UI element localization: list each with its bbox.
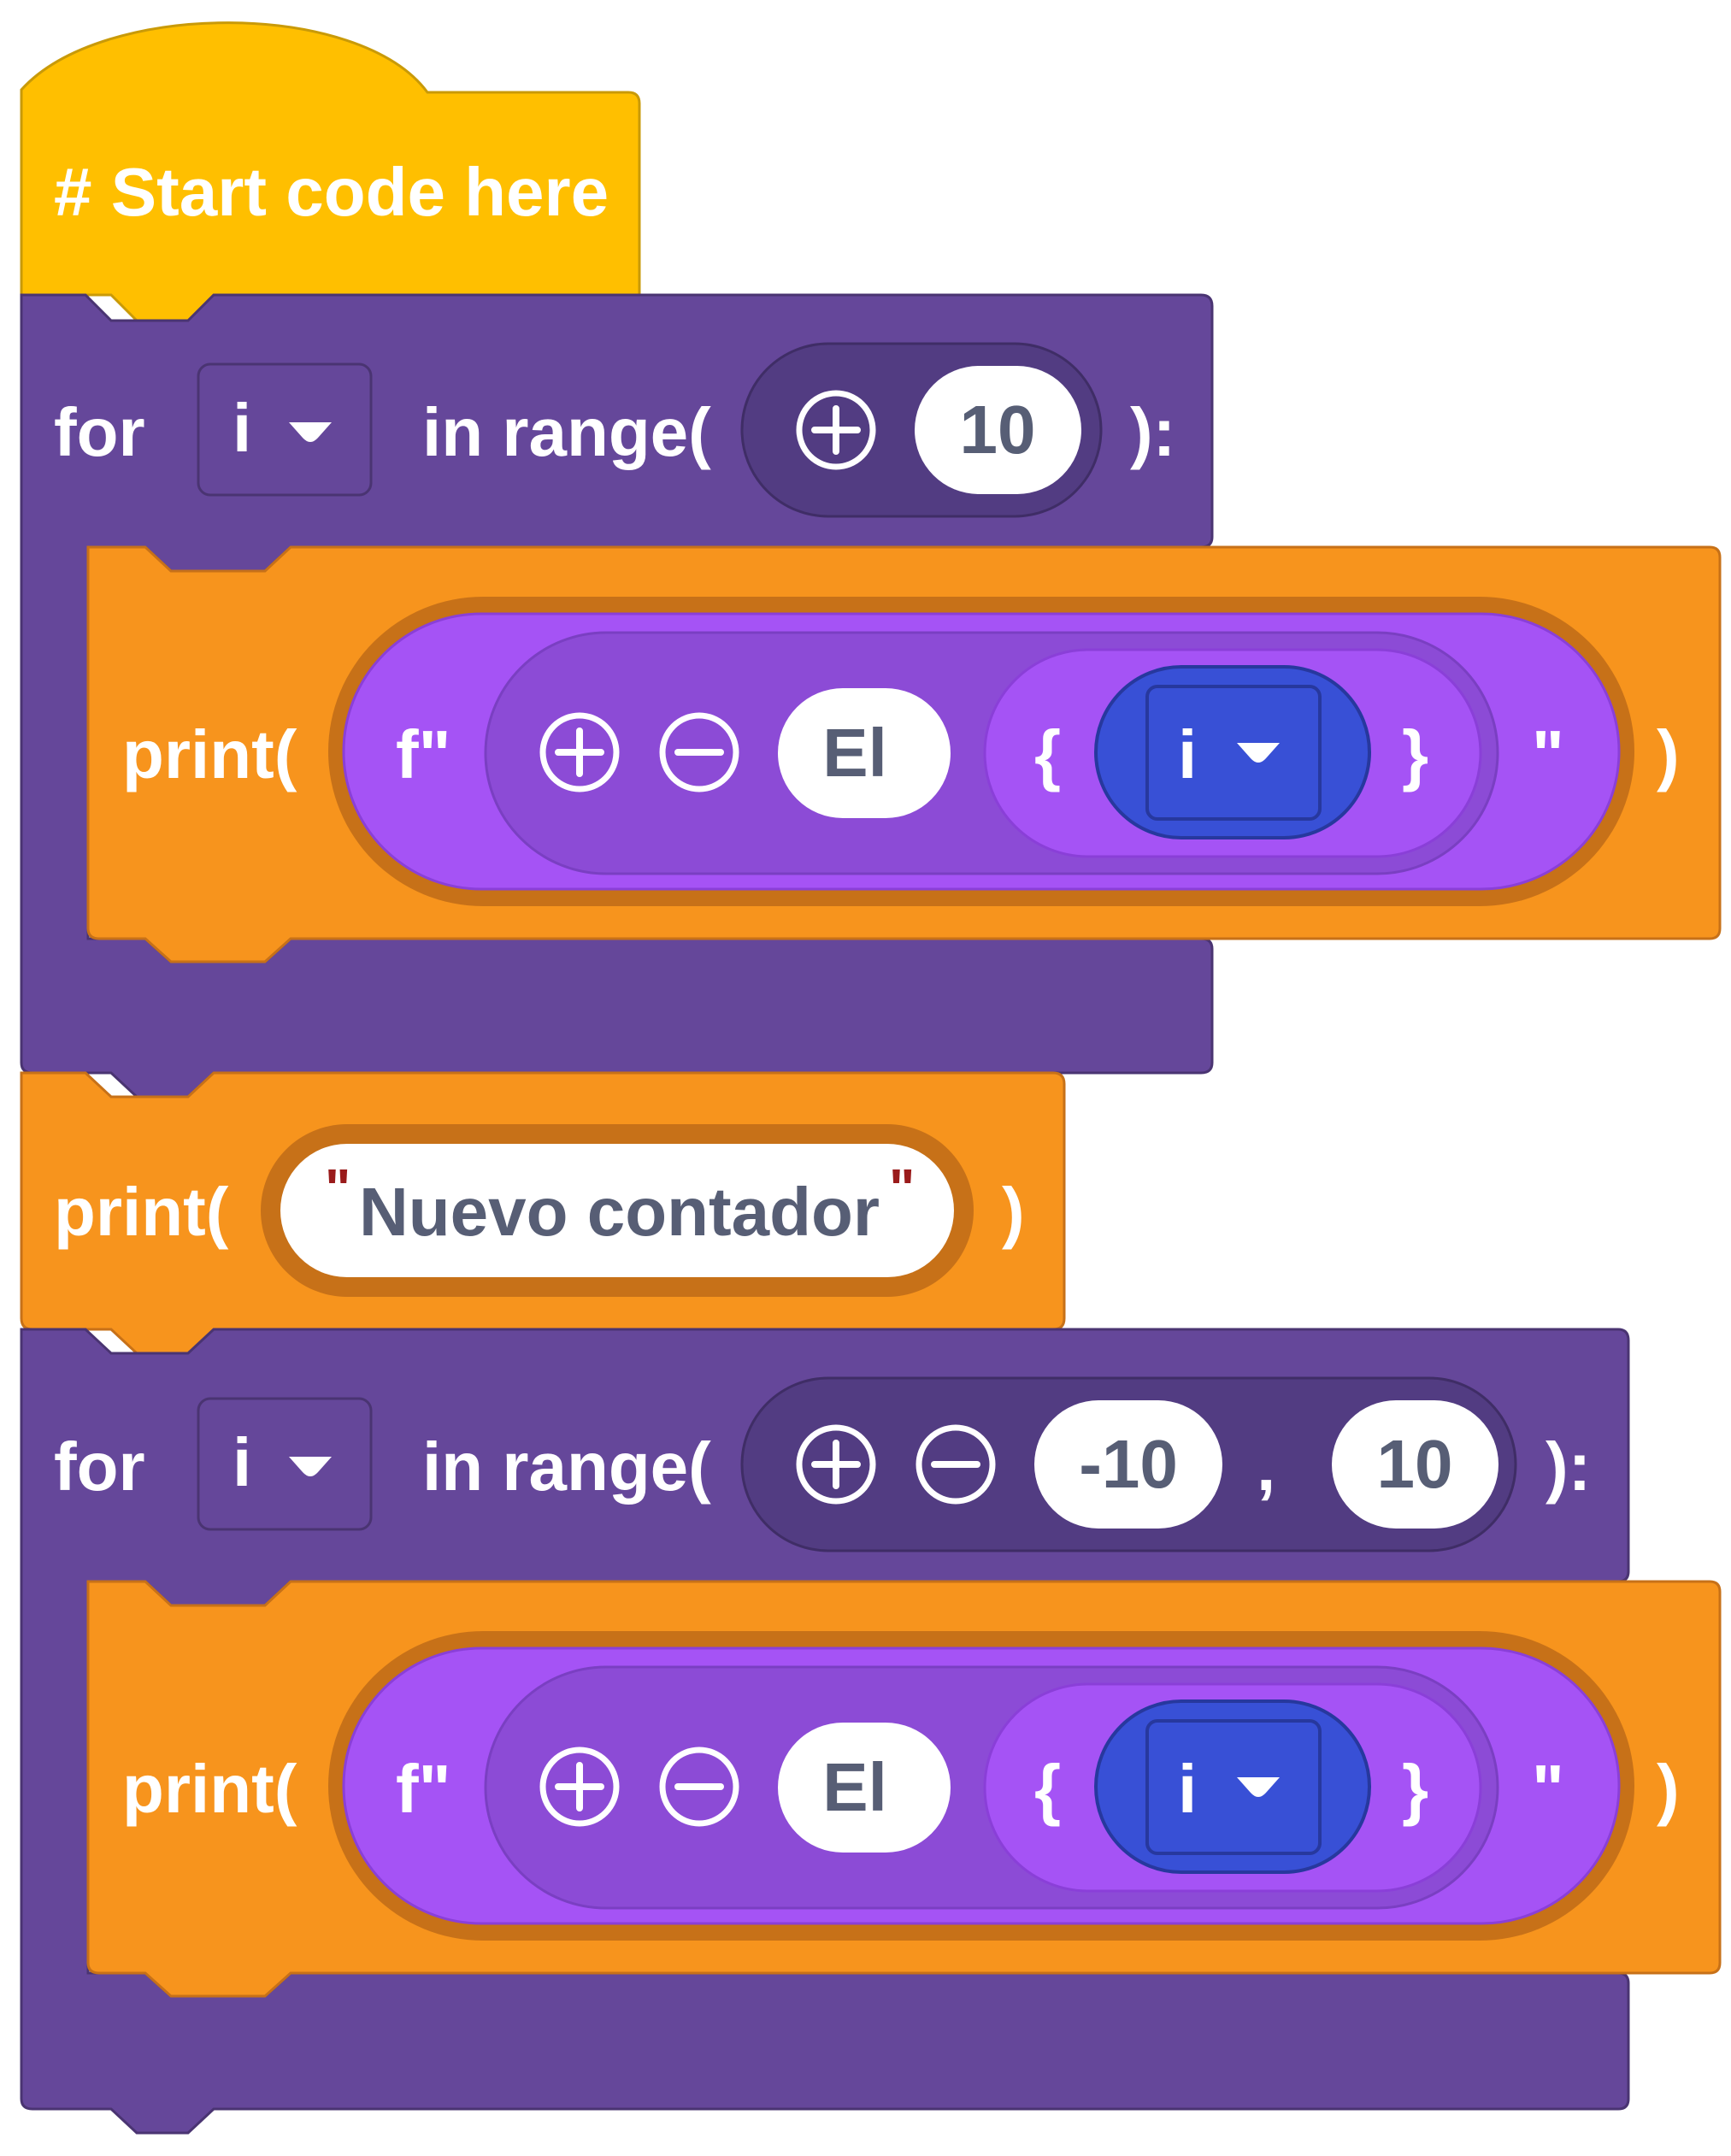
loop1-text-field[interactable]: El <box>778 688 951 818</box>
loop2-variable-label: i <box>233 1424 251 1500</box>
loop2-range-start-text: -10 <box>1079 1426 1178 1502</box>
start-hat-block[interactable]: # Start code here <box>20 21 641 322</box>
middle-print-close: ) <box>1002 1174 1025 1250</box>
loop2-range-start-value[interactable]: -10 <box>1034 1400 1222 1529</box>
loop2-var-dropdown[interactable]: i <box>1145 1719 1322 1855</box>
loop1-text-value: El <box>822 715 887 791</box>
loop2-print-close: ) <box>1657 1751 1680 1827</box>
loop2-for-keyword: for <box>54 1428 145 1505</box>
middle-string-text: Nuevo contador <box>359 1174 880 1250</box>
loop2-close-paren: ): <box>1546 1428 1591 1505</box>
loop1-var-reporter[interactable]: i <box>1094 665 1371 839</box>
loop2-variable-dropdown[interactable]: i <box>197 1397 373 1531</box>
middle-string-field[interactable]: " Nuevo contador " <box>261 1124 974 1297</box>
loop2-range-label: in range( <box>422 1428 711 1505</box>
loop2-range-args: -10 , 10 <box>740 1376 1517 1552</box>
loop2-range-stop-value[interactable]: 10 <box>1332 1400 1498 1529</box>
loop1-interpolation: { i } <box>983 648 1482 858</box>
loop2-interpolation: { i } <box>983 1682 1482 1893</box>
loop1-range-arg-value[interactable]: 10 <box>915 366 1081 494</box>
loop1-print-label: print( <box>122 716 297 792</box>
loop1-brace-close: } <box>1402 716 1428 792</box>
loop1-fstring-reporter[interactable]: f" El { i} " <box>328 597 1634 906</box>
loop2-print-label: print( <box>122 1751 297 1827</box>
loop2-fstring-suffix: " <box>1532 1751 1564 1827</box>
loop2-var-reporter[interactable]: i <box>1094 1699 1371 1874</box>
loop1-var-dropdown[interactable]: i <box>1145 685 1322 821</box>
loop1-variable-dropdown[interactable]: i <box>197 362 373 497</box>
loop1-fstring-suffix: " <box>1532 716 1564 792</box>
loop1-range-label: in range( <box>422 394 711 470</box>
loop1-variable-label: i <box>233 390 251 466</box>
loop1-var-label: i <box>1178 716 1197 792</box>
loop2-fstring-prefix: f" <box>396 1751 451 1827</box>
loop1-fstring-prefix: f" <box>396 716 451 792</box>
loop2-print-block[interactable]: print( f" El {i} ") <box>86 1580 1722 1998</box>
loop2-brace-close: } <box>1402 1751 1428 1827</box>
middle-quote-open: " <box>325 1158 350 1219</box>
middle-quote-close: " <box>889 1158 915 1219</box>
loop1-range-args: 10 <box>740 342 1103 518</box>
loop2-arg-separator: , <box>1257 1428 1275 1505</box>
hat-label: # Start code here <box>54 154 609 230</box>
print-block-middle[interactable]: print( " Nuevo contador " ) <box>20 1071 1066 1355</box>
loop2-brace-open: { <box>1034 1751 1061 1827</box>
middle-print-label: print( <box>54 1174 229 1250</box>
loop2-text-field[interactable]: El <box>778 1723 951 1853</box>
loop2-fstring-reporter[interactable]: f" El { i} " <box>328 1631 1634 1941</box>
loop1-for-keyword: for <box>54 394 145 470</box>
loop1-range-arg-text: 10 <box>960 392 1036 468</box>
loop2-range-stop-text: 10 <box>1377 1426 1453 1502</box>
loop2-text-value: El <box>822 1749 887 1825</box>
loop1-brace-open: { <box>1034 716 1061 792</box>
loop1-close-paren: ): <box>1130 394 1175 470</box>
loop1-print-block[interactable]: print( f" El {i} ") <box>86 545 1722 963</box>
loop2-var-label: i <box>1178 1751 1197 1827</box>
loop1-print-close: ) <box>1657 716 1680 792</box>
